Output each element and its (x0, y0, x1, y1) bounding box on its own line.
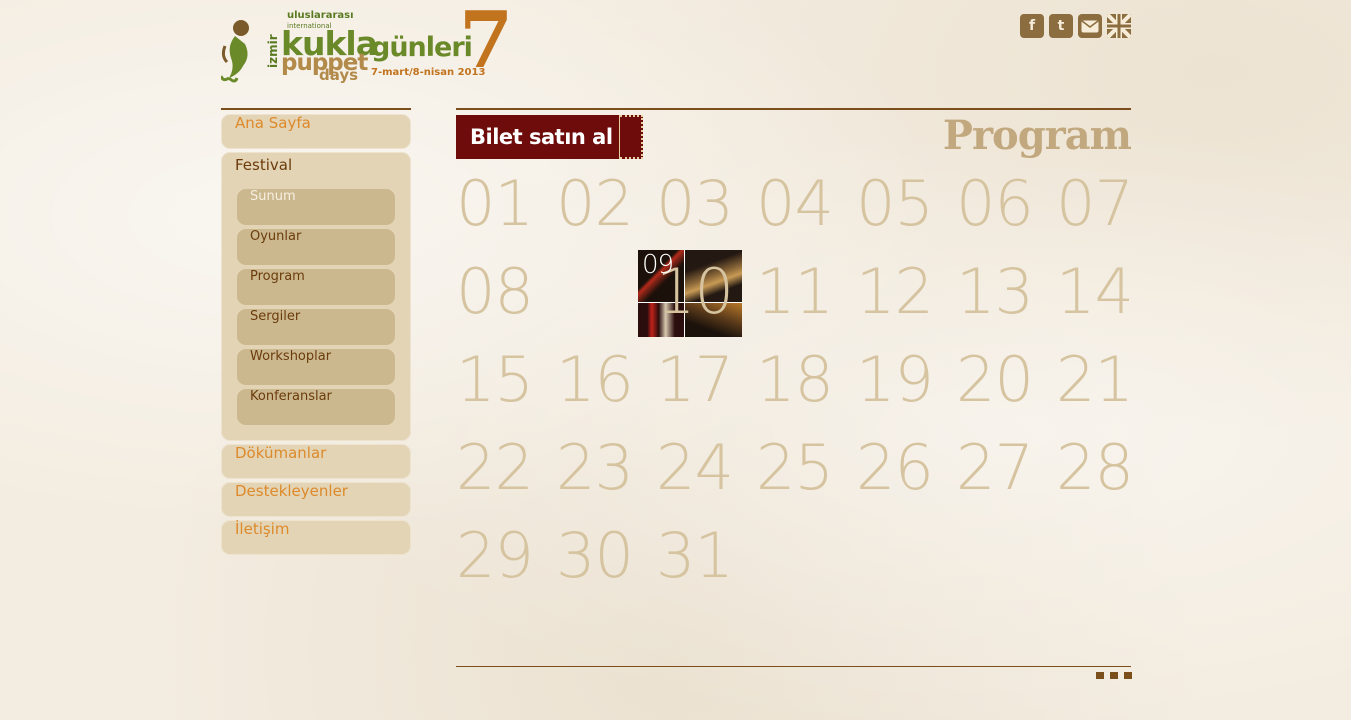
day-26[interactable]: 26 (856, 424, 956, 512)
envelope-glyph (1081, 19, 1099, 32)
day-20[interactable]: 20 (956, 336, 1056, 424)
nav-sub-program[interactable]: Program (237, 269, 395, 305)
nav-dokumanlar[interactable]: Dökümanlar (221, 444, 411, 479)
day-14[interactable]: 14 (1056, 248, 1156, 336)
nav-iletisim[interactable]: İletişim (221, 520, 411, 555)
nav-sub-konferanslar[interactable]: Konferanslar (237, 389, 395, 425)
day-06[interactable]: 06 (956, 160, 1056, 248)
nav-sub-workshoplar[interactable]: Workshoplar (237, 349, 395, 385)
nav-sub-oyunlar[interactable]: Oyunlar (237, 229, 395, 265)
nav-sub-sergiler[interactable]: Sergiler (237, 309, 395, 345)
logo-izmir: izmir (266, 34, 280, 68)
day-17[interactable]: 17 (656, 336, 756, 424)
uk-flag-glyph (1107, 14, 1131, 38)
ticket-stub[interactable] (620, 115, 643, 159)
logo-uluslararasi: uluslararası (287, 10, 354, 21)
facebook-icon[interactable]: f (1020, 14, 1044, 38)
day-number: 09 (642, 250, 674, 280)
sidebar-top-rule (221, 108, 411, 110)
pagination-dot[interactable] (1124, 672, 1132, 679)
pagination-dot[interactable] (1110, 672, 1118, 679)
day-21[interactable]: 21 (1056, 336, 1156, 424)
day-24[interactable]: 24 (656, 424, 756, 512)
social-links: f t (1020, 14, 1131, 38)
buy-ticket-button[interactable]: Bilet satın al (456, 115, 619, 159)
day-16[interactable]: 16 (556, 336, 656, 424)
sidebar-nav: Ana Sayfa Festival Sunum Oyunlar Program… (221, 114, 411, 558)
day-01[interactable]: 01 (456, 160, 556, 248)
day-03[interactable]: 03 (656, 160, 756, 248)
main-bottom-rule (456, 666, 1131, 667)
day-22[interactable]: 22 (456, 424, 556, 512)
day-11[interactable]: 11 (756, 248, 856, 336)
uk-flag-icon[interactable] (1107, 14, 1131, 38)
pagination-dot[interactable] (1096, 672, 1104, 679)
day-15[interactable]: 15 (456, 336, 556, 424)
twitter-icon[interactable]: t (1049, 14, 1073, 38)
logo-edition-number: 7 (459, 0, 514, 86)
day-12[interactable]: 12 (856, 248, 956, 336)
main-top-rule (456, 108, 1131, 110)
day-07[interactable]: 07 (1056, 160, 1156, 248)
pagination-dots (1096, 672, 1132, 679)
logo-gunleri: günleri (371, 32, 473, 63)
email-icon[interactable] (1078, 14, 1102, 38)
page-title: Program (942, 112, 1132, 159)
logo-days: days (319, 66, 359, 84)
facebook-glyph: f (1028, 18, 1036, 34)
day-02[interactable]: 02 (556, 160, 656, 248)
mermaid-logo-icon (221, 20, 249, 83)
day-04[interactable]: 04 (756, 160, 856, 248)
day-29[interactable]: 29 (456, 512, 556, 600)
nav-sub-sunum[interactable]: Sunum (237, 189, 395, 225)
nav-festival[interactable]: Festival (235, 156, 395, 184)
day-19[interactable]: 19 (856, 336, 956, 424)
day-08[interactable]: 08 (456, 248, 556, 336)
day-31[interactable]: 31 (656, 512, 756, 600)
day-25[interactable]: 25 (756, 424, 856, 512)
twitter-glyph: t (1057, 18, 1065, 34)
nav-ana-sayfa[interactable]: Ana Sayfa (221, 114, 411, 149)
festival-logo[interactable]: uluslararası international izmir kukla p… (221, 2, 513, 90)
nav-festival-group: Festival Sunum Oyunlar Program Sergiler … (221, 152, 411, 441)
day-13[interactable]: 13 (956, 248, 1056, 336)
day-23[interactable]: 23 (556, 424, 656, 512)
day-05[interactable]: 05 (856, 160, 956, 248)
day-30[interactable]: 30 (556, 512, 656, 600)
day-27[interactable]: 27 (956, 424, 1056, 512)
nav-destekleyenler[interactable]: Destekleyenler (221, 482, 411, 517)
day-28[interactable]: 28 (1056, 424, 1156, 512)
day-18[interactable]: 18 (756, 336, 856, 424)
